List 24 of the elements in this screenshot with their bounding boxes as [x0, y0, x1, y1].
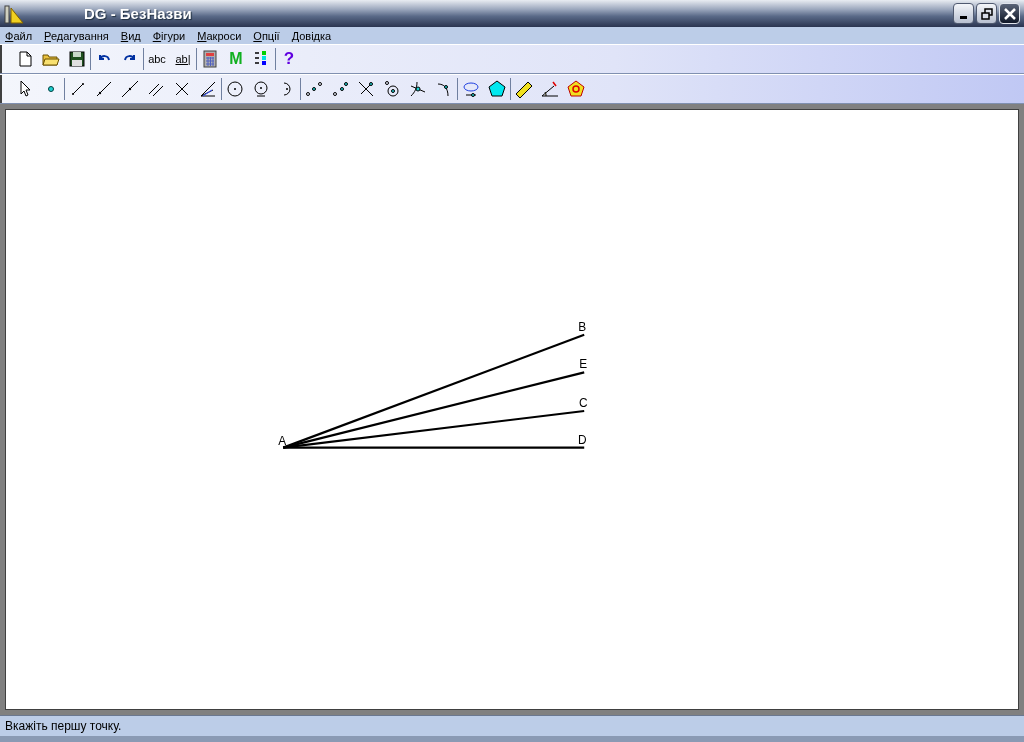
restore-icon	[980, 7, 993, 20]
point-label: E	[579, 357, 588, 372]
menu-item[interactable]: Довідка	[291, 29, 332, 42]
label-tool-button[interactable]: ab|	[170, 47, 196, 71]
point-label: A	[278, 433, 287, 448]
status-text: Вкажіть першу точку.	[5, 719, 122, 733]
menu-item[interactable]: Редагування	[44, 29, 109, 42]
text-tool-button[interactable]: abc	[144, 47, 170, 71]
point-label: C	[578, 396, 588, 410]
menu-item[interactable]: Файл	[5, 29, 33, 42]
menu-item[interactable]: Фігури	[152, 29, 186, 42]
minimize-button[interactable]	[953, 3, 974, 24]
window-title: DG - БезНазви	[84, 5, 192, 22]
set-square-icon	[4, 3, 24, 24]
menu-item[interactable]: Вид	[120, 29, 141, 42]
help-button[interactable]: ?	[276, 47, 302, 71]
point-label: B	[578, 319, 587, 334]
close-button[interactable]	[999, 3, 1020, 24]
restore-button[interactable]	[976, 3, 997, 24]
point-label: D	[577, 432, 587, 447]
close-icon	[1002, 6, 1017, 21]
menu-item[interactable]: Опції	[253, 29, 280, 42]
menu-item[interactable]: Макроси	[197, 29, 242, 42]
minimize-icon	[960, 16, 967, 19]
